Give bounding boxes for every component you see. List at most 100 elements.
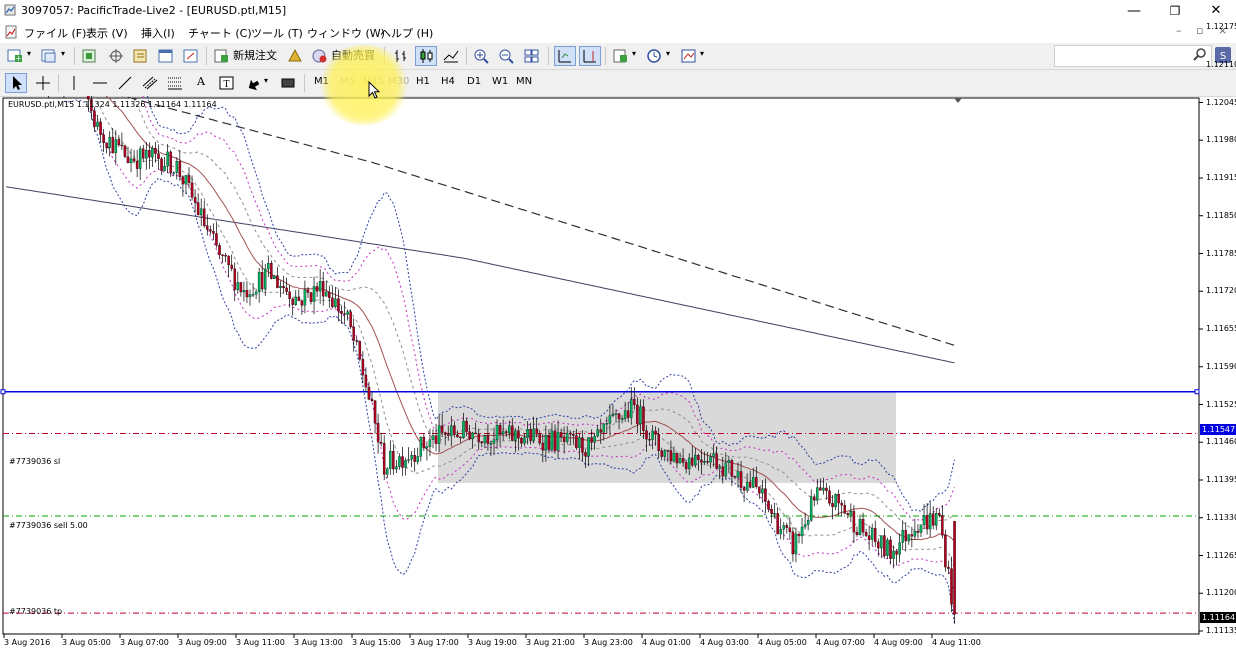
line-chart-icon[interactable] (441, 47, 461, 65)
market-watch-icon[interactable] (80, 47, 100, 65)
timeframe-m5[interactable]: M5 (340, 76, 355, 87)
candlestick-chart-icon[interactable] (415, 46, 437, 66)
timeframe-m30[interactable]: M30 (388, 76, 409, 87)
price-tick-label: 1.11785 (1206, 248, 1236, 258)
candle-body (318, 281, 322, 292)
candle-body (681, 458, 685, 463)
level-handle-right (1194, 389, 1200, 395)
navigator-icon[interactable] (131, 47, 151, 65)
rectangle-icon[interactable] (278, 74, 298, 92)
timeframe-h4[interactable]: H4 (441, 76, 455, 87)
candle-body (752, 477, 755, 488)
equidistant-channel-icon[interactable] (140, 74, 160, 92)
timeframe-mn[interactable]: MN (516, 76, 532, 87)
dropdown-arrow-icon[interactable]: ▾ (61, 49, 65, 58)
fibonacci-icon[interactable] (165, 74, 185, 92)
candle-body (245, 290, 249, 298)
text-tool-icon[interactable]: A (197, 75, 205, 88)
candle-body (922, 515, 926, 525)
menu-window[interactable]: ウィンドウ (W) (307, 25, 385, 41)
zoom-in-icon[interactable] (472, 47, 492, 65)
timeframe-m1[interactable]: M1 (314, 76, 329, 87)
timeframe-d1[interactable]: D1 (467, 76, 481, 87)
candle-body (645, 430, 648, 440)
candle-body (349, 311, 352, 328)
mdi-restore-button[interactable]: ▫ (1196, 24, 1203, 37)
dropdown-arrow-icon[interactable]: ▾ (264, 76, 268, 85)
crosshair-target-icon[interactable] (106, 47, 126, 65)
minimize-button[interactable]: — (1114, 0, 1154, 22)
mdi-minimize-button[interactable]: – (1176, 24, 1182, 37)
time-tick-label: 3 Aug 07:00 (120, 638, 169, 647)
timeframe-h1[interactable]: H1 (416, 76, 430, 87)
trendline-icon[interactable] (115, 74, 135, 92)
candle-body (520, 437, 523, 444)
candle-body (709, 456, 712, 463)
restore-button[interactable]: ❐ (1155, 0, 1195, 22)
menu-view[interactable]: 表示 (V) (86, 25, 128, 41)
search-input[interactable] (1054, 45, 1212, 67)
horizontal-line-icon[interactable] (90, 74, 110, 92)
tile-windows-icon[interactable] (522, 47, 542, 65)
candle-body (809, 496, 813, 521)
dropdown-arrow-icon[interactable]: ▾ (666, 49, 670, 58)
auto-trading-label[interactable]: 自動売買 (331, 47, 375, 63)
menu-chart[interactable]: チャート (C) (188, 25, 252, 41)
candle-body (221, 254, 224, 256)
vertical-line-icon[interactable] (64, 74, 84, 92)
templates-icon[interactable] (679, 47, 699, 65)
price-tick-label: 1.12045 (1206, 97, 1236, 107)
candle-body (132, 158, 136, 162)
terminal-icon[interactable] (156, 47, 176, 65)
candle-body (889, 539, 892, 559)
crosshair-icon[interactable] (33, 74, 53, 92)
dropdown-arrow-icon[interactable]: ▾ (632, 49, 636, 58)
hline-price-tag: 1.11547 (1200, 424, 1236, 435)
timeframe-w1[interactable]: W1 (492, 76, 508, 87)
new-order-icon[interactable] (212, 47, 232, 65)
candle-body (123, 145, 127, 157)
menu-tools[interactable]: ツール (T) (251, 25, 303, 41)
document-icon[interactable] (4, 25, 18, 39)
candle-body (712, 453, 715, 457)
candle-body (306, 289, 310, 293)
new-chart-icon[interactable]: + (6, 47, 26, 65)
new-order-label[interactable]: 新規注文 (233, 47, 277, 63)
menu-file[interactable]: ファイル (F) (24, 25, 86, 41)
dropdown-arrow-icon[interactable]: ▾ (27, 49, 31, 58)
candle-body (758, 486, 761, 494)
candle-body (514, 430, 517, 441)
profiles-icon[interactable] (40, 47, 60, 65)
candle-body (190, 182, 194, 198)
zoom-out-icon[interactable] (497, 47, 517, 65)
candle-body (858, 519, 862, 535)
chart-window[interactable] (0, 96, 1236, 652)
menu-insert[interactable]: 挿入(I) (141, 25, 175, 41)
search-icon[interactable] (1193, 48, 1207, 62)
auto-scroll-icon[interactable] (554, 46, 576, 66)
candle-body (532, 428, 535, 441)
periods-clock-icon[interactable] (645, 47, 665, 65)
candle-body (556, 432, 560, 451)
bar-chart-icon[interactable] (391, 47, 411, 65)
chart-shift-icon[interactable] (579, 46, 601, 66)
arrows-icon[interactable] (244, 74, 264, 92)
candle-body (453, 425, 456, 435)
candle-body (267, 263, 270, 270)
candle-body (855, 531, 859, 535)
expert-advisors-icon[interactable] (285, 47, 305, 65)
close-button[interactable]: ✕ (1196, 0, 1236, 22)
separator (74, 47, 75, 65)
strategy-tester-icon[interactable] (181, 47, 201, 65)
price-chart[interactable] (0, 96, 1236, 652)
candle-body (691, 457, 694, 466)
price-tick-label: 1.11915 (1206, 173, 1236, 182)
cursor-arrow-icon[interactable] (5, 73, 27, 93)
menu-help[interactable]: ヘルプ (H) (380, 25, 433, 41)
text-label-icon[interactable]: T (217, 74, 237, 92)
indicators-icon[interactable] (611, 47, 631, 65)
auto-trading-icon[interactable] (310, 47, 330, 65)
dropdown-arrow-icon[interactable]: ▾ (700, 49, 704, 58)
candle-body (511, 425, 514, 441)
candle-body (874, 528, 877, 543)
